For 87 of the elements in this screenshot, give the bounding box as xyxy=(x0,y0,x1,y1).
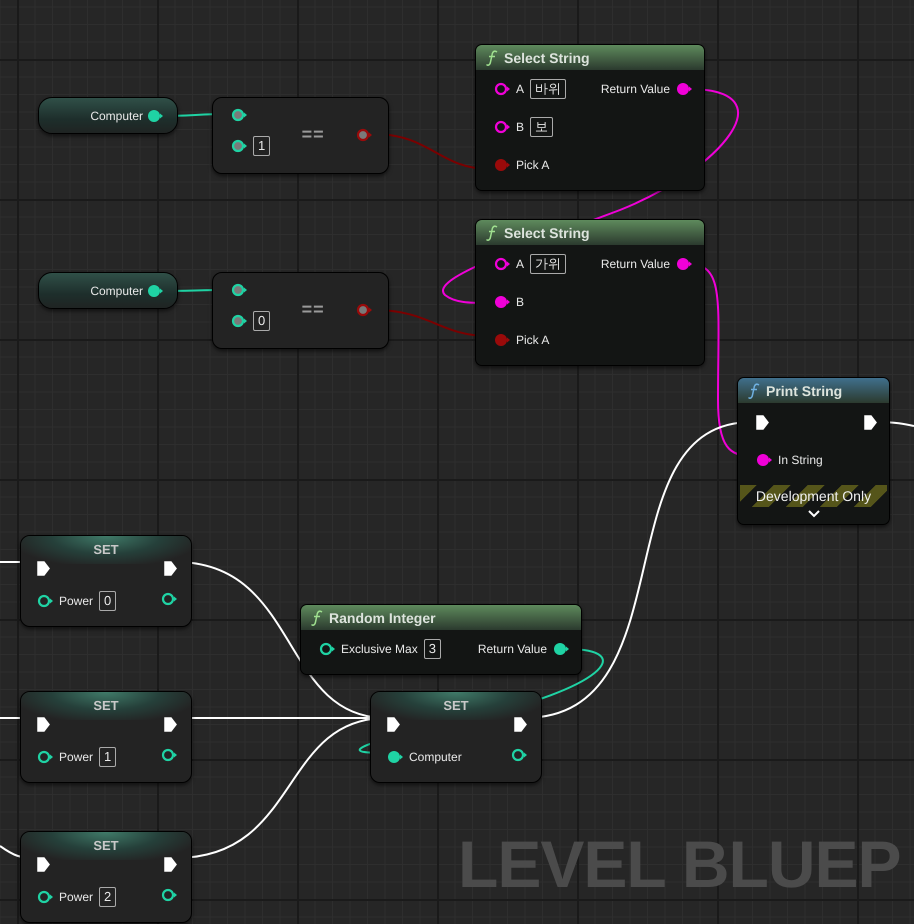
variable-name: Computer xyxy=(90,284,143,298)
pin-label: Power xyxy=(59,890,94,904)
pin-icon[interactable] xyxy=(147,108,163,122)
set-node[interactable]: SET Power 2 xyxy=(20,831,192,923)
function-icon xyxy=(311,610,323,626)
node-title: Select String xyxy=(504,50,590,66)
value-field[interactable]: 보 xyxy=(530,117,554,137)
pin-label: Power xyxy=(59,750,94,764)
node-title: Print String xyxy=(766,382,842,398)
pin-icon[interactable] xyxy=(37,594,53,608)
development-only-banner: Development Only xyxy=(740,485,887,507)
exec-pin-icon[interactable] xyxy=(37,856,50,872)
set-node[interactable]: SET Computer xyxy=(370,691,542,783)
operator-label: == xyxy=(302,124,325,145)
exec-pin-icon[interactable] xyxy=(37,716,50,732)
value-field[interactable]: 바위 xyxy=(530,79,566,99)
pin-icon[interactable] xyxy=(511,748,527,762)
pin-label: A xyxy=(516,82,524,96)
pin-icon[interactable] xyxy=(676,257,692,271)
pin-label: B xyxy=(516,295,524,309)
compare-node[interactable]: 0 == xyxy=(212,272,389,349)
function-icon xyxy=(486,50,498,66)
pin-icon[interactable] xyxy=(494,295,510,309)
pin-icon[interactable] xyxy=(231,314,247,328)
node-title: SET xyxy=(21,536,191,564)
node-title: Select String xyxy=(504,224,590,240)
pin-icon[interactable] xyxy=(37,890,53,904)
pin-label: Computer xyxy=(409,750,462,764)
pin-icon[interactable] xyxy=(676,82,692,96)
function-node[interactable]: Select String A 가위 B Pick A Return Value xyxy=(475,219,705,366)
pin-icon[interactable] xyxy=(494,120,510,134)
pin-icon[interactable] xyxy=(231,108,247,122)
chevron-icon[interactable] xyxy=(808,510,820,518)
pin-icon[interactable] xyxy=(161,888,177,902)
node-title: SET xyxy=(21,832,191,860)
exec-pin-icon[interactable] xyxy=(756,414,769,430)
exec-pin-icon[interactable] xyxy=(164,560,177,576)
pin-label: Exclusive Max xyxy=(341,642,418,656)
pin-icon[interactable] xyxy=(494,82,510,96)
function-icon xyxy=(748,382,760,398)
value-field[interactable]: 1 xyxy=(99,747,116,767)
node-title: Random Integer xyxy=(329,610,436,626)
function-node[interactable]: Select String A 바위 B 보 Pick A Return Value xyxy=(475,44,705,191)
value-field[interactable]: 2 xyxy=(99,887,116,907)
variable-node[interactable]: Computer xyxy=(38,97,178,134)
value-field[interactable]: 0 xyxy=(253,310,270,330)
node-title: SET xyxy=(371,692,541,720)
pin-icon[interactable] xyxy=(494,257,510,271)
pin-label: Return Value xyxy=(600,257,670,271)
pin-label: A xyxy=(516,257,524,271)
pin-icon[interactable] xyxy=(161,748,177,762)
exec-pin-icon[interactable] xyxy=(864,414,877,430)
pin-icon[interactable] xyxy=(553,642,569,656)
node-title: SET xyxy=(21,692,191,720)
pin-icon[interactable] xyxy=(147,284,163,298)
pin-icon[interactable] xyxy=(161,592,177,606)
variable-node[interactable]: Computer xyxy=(38,272,178,309)
pin-icon[interactable] xyxy=(231,138,247,152)
exec-pin-icon[interactable] xyxy=(164,716,177,732)
exec-pin-icon[interactable] xyxy=(514,716,527,732)
pin-label: Power xyxy=(59,594,94,608)
pin-icon[interactable] xyxy=(231,282,247,296)
value-field[interactable]: 3 xyxy=(424,639,441,659)
function-icon xyxy=(486,224,498,240)
function-node[interactable]: Print String In String Development Only xyxy=(737,377,890,525)
exec-pin-icon[interactable] xyxy=(164,856,177,872)
operator-label: == xyxy=(302,299,325,320)
pin-icon[interactable] xyxy=(37,750,53,764)
variable-name: Computer xyxy=(90,108,143,122)
exec-pin-icon[interactable] xyxy=(37,560,50,576)
pin-icon[interactable] xyxy=(756,453,772,467)
pin-label: Return Value xyxy=(600,82,670,96)
pin-label: In String xyxy=(778,453,823,467)
value-field[interactable]: 1 xyxy=(253,136,270,156)
value-field[interactable]: 가위 xyxy=(530,254,566,274)
pin-label: Return Value xyxy=(478,642,547,656)
pin-label: Pick A xyxy=(516,158,550,172)
compare-node[interactable]: 1 == xyxy=(212,97,389,174)
pin-icon[interactable] xyxy=(319,642,335,656)
pin-label: B xyxy=(516,120,524,134)
set-node[interactable]: SET Power 0 xyxy=(20,535,192,627)
exec-pin-icon[interactable] xyxy=(387,716,400,732)
function-node[interactable]: Random Integer Exclusive Max 3 Return Value xyxy=(300,604,582,675)
pin-icon[interactable] xyxy=(387,750,403,764)
value-field[interactable]: 0 xyxy=(99,591,116,611)
pin-label: Pick A xyxy=(516,333,550,347)
set-node[interactable]: SET Power 1 xyxy=(20,691,192,783)
